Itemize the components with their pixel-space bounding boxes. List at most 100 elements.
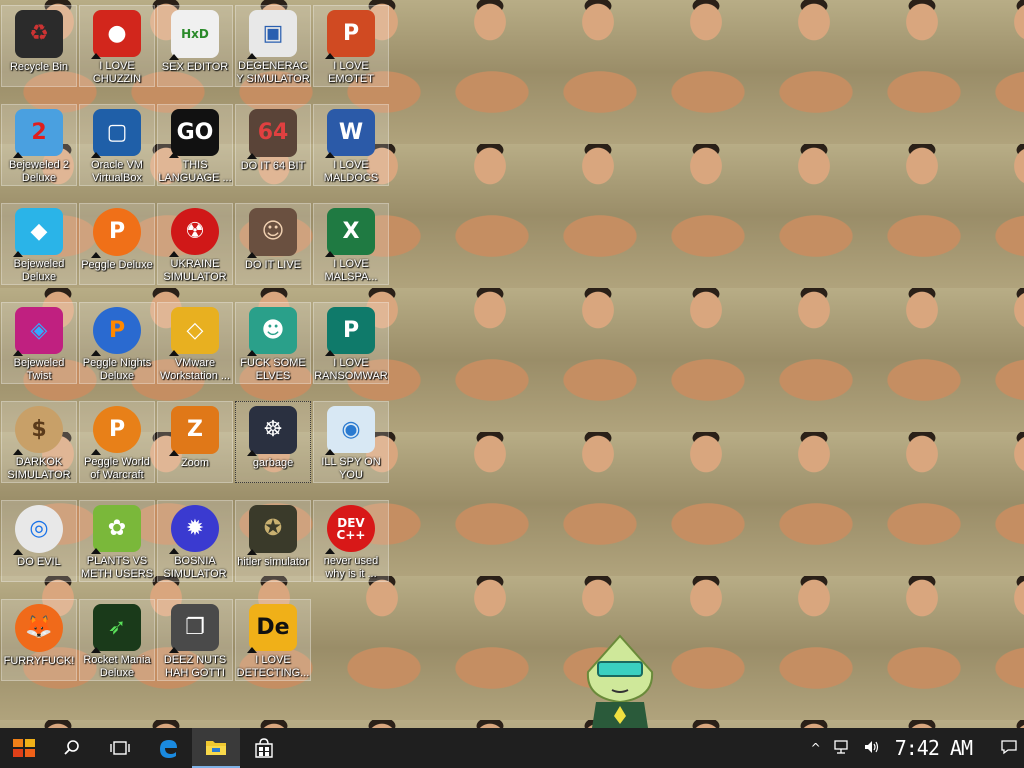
desktop-icon[interactable]: ✿ PLANTS VS METH USERS xyxy=(79,500,155,582)
peridot-desktop-pet[interactable] xyxy=(582,632,658,728)
desktop-icon[interactable]: $ DARKOK SIMULATOR xyxy=(1,401,77,483)
search-icon xyxy=(64,740,79,755)
desktop-icon-label: I LOVE DETECTING... xyxy=(236,654,310,680)
desktop-icon[interactable]: 2 Bejeweled 2 Deluxe xyxy=(1,104,77,186)
desktop[interactable]: ♻ Recycle Bin ● I LOVE CHUZZIN HxD SEX EDITOR… xyxy=(0,0,1024,728)
desktop-icon[interactable]: WI LOVE MALDOCS xyxy=(313,104,389,186)
search-button[interactable] xyxy=(48,728,96,768)
desktop-icon-label: Peggle Nights Deluxe xyxy=(82,357,152,383)
chrome-icon: ◎ xyxy=(13,505,63,555)
shortcut-arrow-icon xyxy=(91,647,101,654)
network-icon[interactable] xyxy=(833,739,851,758)
virus-icon: ✹ xyxy=(169,505,219,555)
plants-vs-zombies-icon: ✿ xyxy=(91,505,141,555)
edge-icon xyxy=(160,740,177,758)
desktop-icon[interactable]: 🦊 FURRYFUCK! xyxy=(1,599,77,681)
volume-icon[interactable] xyxy=(863,739,881,758)
shortcut-arrow-icon xyxy=(169,350,179,357)
word-icon: W xyxy=(325,109,375,159)
desktop-icon[interactable]: GO THIS LANGUAGE ... xyxy=(157,104,233,186)
desktop-icon-label: DO IT LIVE xyxy=(244,259,302,271)
desktop-icon[interactable]: ▢ Oracle VM VirtualBox xyxy=(79,104,155,186)
desktop-icon-label: I LOVE MALDOCS xyxy=(323,159,379,185)
shortcut-arrow-icon xyxy=(13,152,23,159)
desktop-icon[interactable]: De I LOVE DETECTING... xyxy=(235,599,311,681)
desktop-icon[interactable]: ◈ Bejeweled Twist xyxy=(1,302,77,384)
shortcut-arrow-icon xyxy=(325,449,335,456)
desktop-icon[interactable]: ◆ Bejeweled Deluxe xyxy=(1,203,77,285)
desktop-icon[interactable]: ✹ BOSNIA SIMULATOR xyxy=(157,500,233,582)
desktop-icon-label: ILL SPY ON YOU xyxy=(321,456,381,482)
shortcut-arrow-icon xyxy=(247,647,257,654)
desktop-icon-label: Recycle Bin xyxy=(9,61,69,73)
vmware-icon: ◇ xyxy=(169,307,219,357)
shortcut-arrow-icon xyxy=(325,53,335,60)
shortcut-arrow-icon xyxy=(325,548,335,555)
radiation-icon: ☢ xyxy=(169,208,219,258)
desktop-icon[interactable]: ◎ DO EVIL xyxy=(1,500,77,582)
desktop-icon-label: I LOVE RANSOMWARE xyxy=(314,357,388,382)
desktop-icon-label: FUCK SOME ELVES xyxy=(240,357,306,383)
shortcut-arrow-icon xyxy=(91,548,101,555)
desktop-icon[interactable]: XI LOVE MALSPA... xyxy=(313,203,389,285)
desktop-icon-label: THIS LANGUAGE ... xyxy=(158,159,232,185)
stacked-windows-icon: ❐ xyxy=(169,604,219,654)
desktop-icon[interactable]: ▣ DEGENERACY SIMULATOR xyxy=(235,5,311,87)
desktop-icon-label: FURRYFUCK! xyxy=(3,655,75,667)
hxd-editor-icon: HxD xyxy=(169,10,219,60)
store-button[interactable] xyxy=(240,728,288,768)
desktop-icon-label: Peggle World of Warcraft Edition xyxy=(84,456,150,481)
desktop-icon-label: Rocket Mania Deluxe xyxy=(83,654,151,680)
task-view-button[interactable] xyxy=(96,728,144,768)
desktop-icon-label: VMware Workstation ... xyxy=(159,357,231,383)
desktop-icon[interactable]: 64 DO IT 64 BIT xyxy=(235,104,311,186)
desktop-icon-label: Bejeweled Deluxe xyxy=(13,258,65,284)
desktop-icon[interactable]: P Peggle Deluxe xyxy=(79,203,155,285)
money-bag-icon: $ xyxy=(13,406,63,456)
rocket-mania-icon: ➶ xyxy=(91,604,141,654)
store-icon xyxy=(255,738,273,758)
desktop-icon[interactable]: PI LOVE EMOTET xyxy=(313,5,389,87)
peggle-wow-icon: P xyxy=(91,406,141,455)
desktop-icon[interactable]: ➶ Rocket Mania Deluxe xyxy=(79,599,155,681)
task-view-icon xyxy=(110,741,130,755)
desktop-icon-label: Peggle Deluxe xyxy=(81,259,153,271)
shortcut-arrow-icon xyxy=(169,54,179,60)
desktop-icon[interactable]: ☢ UKRAINE SIMULATOR xyxy=(157,203,233,285)
desktop-icon[interactable]: ☻ FUCK SOME ELVES xyxy=(235,302,311,384)
desktop-icon[interactable]: P Peggle Nights Deluxe xyxy=(79,302,155,384)
recycle-bin-icon: ♻ xyxy=(15,10,63,58)
desktop-icon[interactable]: PI LOVE RANSOMWARE xyxy=(313,302,389,384)
clock[interactable]: 7:42 AM xyxy=(895,736,973,760)
show-hidden-icons-chevron[interactable]: ^ xyxy=(811,741,821,755)
desktop-icon[interactable]: ✪ hitler simulator xyxy=(235,500,311,582)
desktop-icon[interactable]: PPeggle World of Warcraft Edition xyxy=(79,401,155,483)
desktop-icon[interactable]: ☺ DO IT LIVE xyxy=(235,203,311,285)
shortcut-arrow-icon xyxy=(91,350,101,357)
desktop-icon-label: I LOVE CHUZZIN xyxy=(92,60,142,86)
desktop-icon-label: DEGENERACY SIMULATOR xyxy=(236,60,310,86)
action-center-button[interactable] xyxy=(1000,739,1018,758)
file-explorer-button[interactable] xyxy=(192,728,240,768)
devcpp-icon: DEV C++ xyxy=(325,505,375,555)
desktop-icon[interactable]: ◉ ILL SPY ON YOU xyxy=(313,401,389,483)
desktop-icon[interactable]: ● I LOVE CHUZZIN xyxy=(79,5,155,87)
desktop-icon[interactable]: ☸ garbage xyxy=(235,401,311,483)
desktop-icon-label: Bejeweled 2 Deluxe xyxy=(9,159,69,185)
desktop-icon-label: Oracle VM VirtualBox xyxy=(91,159,143,185)
desktop-icon[interactable]: DEV C++ never used why is it ... xyxy=(313,500,389,582)
desktop-icon[interactable]: Z Zoom xyxy=(157,401,233,483)
edge-button[interactable] xyxy=(144,728,192,768)
start-button[interactable] xyxy=(0,728,48,768)
desktop-icon-label: Zoom xyxy=(180,457,210,469)
start-icon xyxy=(13,739,35,757)
file-explorer-icon xyxy=(206,741,226,755)
shortcut-arrow-icon xyxy=(13,549,23,555)
system-tray: ^ 7:42 AM xyxy=(805,728,1024,768)
desktop-icon[interactable]: ❐ DEEZ NUTS HAH GOTTI xyxy=(157,599,233,681)
desktop-icon[interactable]: ◇ VMware Workstation ... xyxy=(157,302,233,384)
desktop-icon-label: PLANTS VS METH USERS xyxy=(80,555,154,581)
desktop-icon[interactable]: ♻ Recycle Bin xyxy=(1,5,77,87)
shortcut-arrow-icon xyxy=(91,252,101,258)
desktop-icon[interactable]: HxD SEX EDITOR xyxy=(157,5,233,87)
